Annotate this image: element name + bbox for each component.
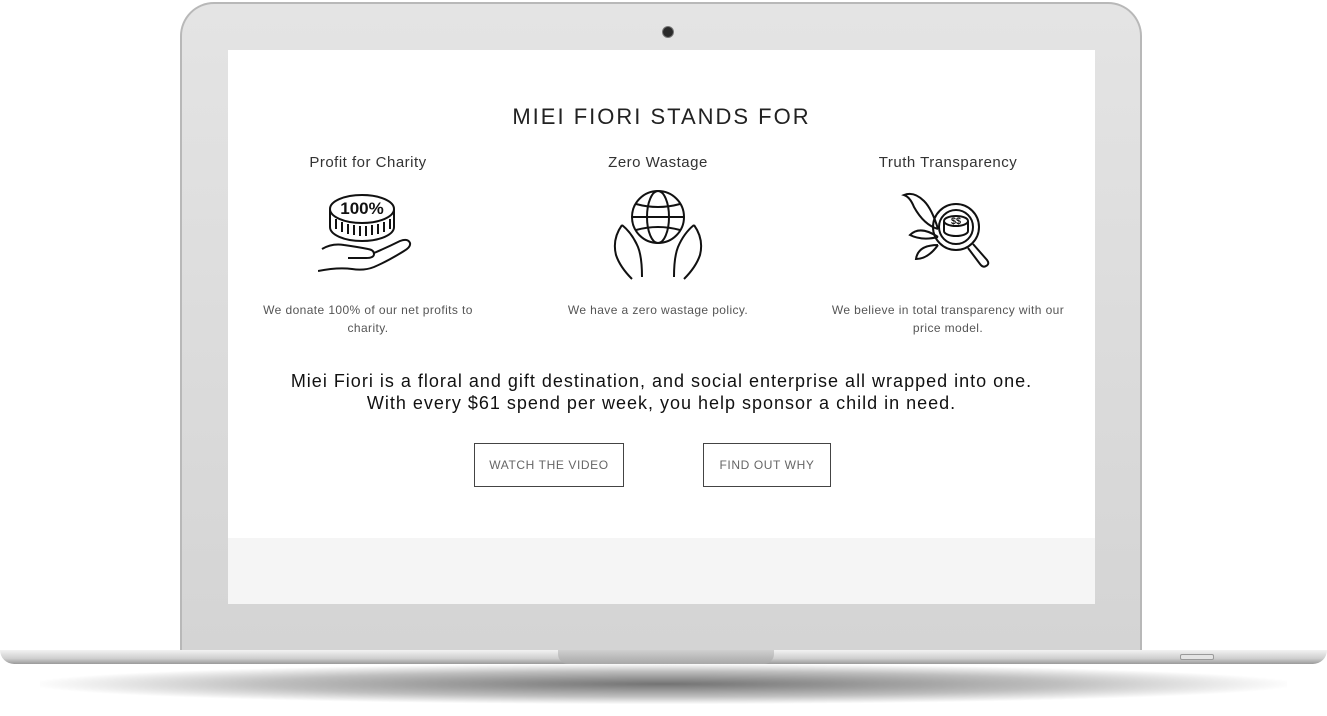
laptop-screen: MIEI FIORI STANDS FOR Profit for Charity… [228, 50, 1095, 604]
laptop-port [1180, 654, 1214, 660]
feature-title: Truth Transparency [878, 154, 1018, 171]
globe-hands-icon [613, 190, 703, 280]
tagline-line-1: Miei Fiori is a floral and gift destinat… [290, 371, 1033, 391]
coin-text: 100% [340, 199, 383, 218]
laptop-shadow [40, 664, 1287, 704]
section-title: MIEI FIORI STANDS FOR [512, 104, 811, 129]
footer-band [228, 538, 1095, 604]
coin-symbol: $$ [951, 216, 961, 226]
watch-video-button[interactable]: WATCH THE VIDEO [474, 443, 624, 487]
feature-description: We believe in total transparency with ou… [831, 303, 1065, 335]
tagline-line-2: With every $61 spend per week, you help … [366, 393, 957, 413]
find-out-why-button[interactable]: FIND OUT WHY [703, 443, 831, 487]
laptop-hinge-notch [558, 650, 774, 664]
coin-hand-icon: 100% [318, 194, 412, 272]
feature-description: We donate 100% of our net profits to cha… [263, 303, 473, 335]
feature-description: We have a zero wastage policy. [567, 303, 749, 317]
feature-truth-transparency: Truth Transparency $$ We believe in tota… [818, 154, 1078, 337]
feature-title: Profit for Charity [309, 154, 427, 171]
feature-zero-wastage: Zero Wastage We have a zero wastage poli… [528, 154, 788, 319]
tagline: Miei Fiori is a floral and gift destinat… [228, 370, 1095, 414]
webcam-icon [662, 26, 674, 38]
magnifier-coin-icon: $$ [901, 192, 990, 268]
feature-profit-for-charity: Profit for Charity 100% We donate 100% o… [238, 154, 498, 337]
feature-title: Zero Wastage [608, 154, 708, 171]
